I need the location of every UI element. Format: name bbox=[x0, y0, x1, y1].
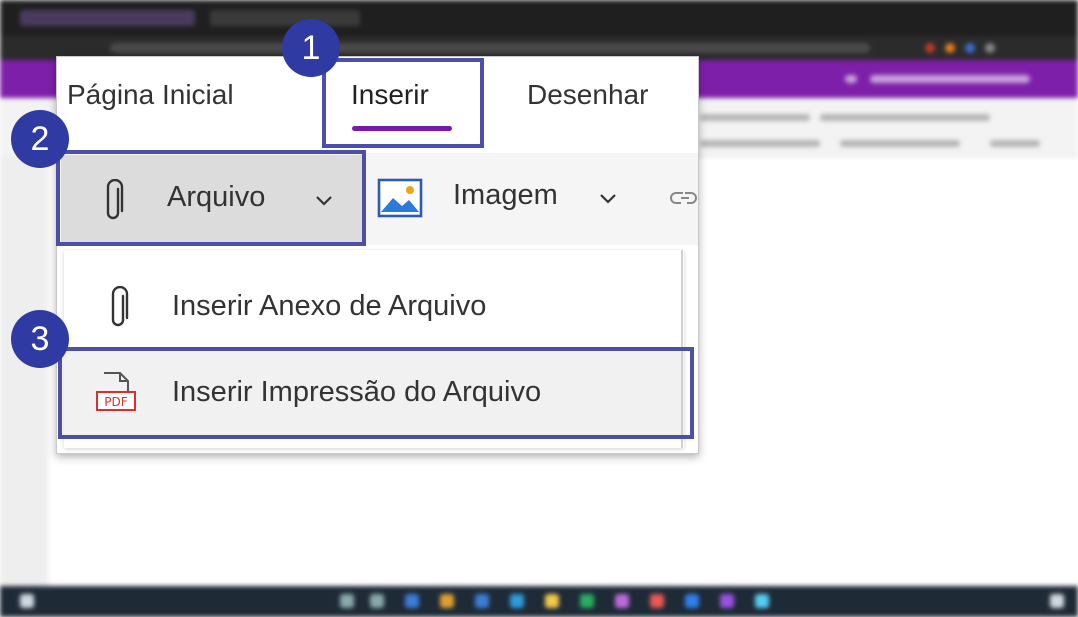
os-taskbar bbox=[0, 586, 1078, 617]
step-badge-2: 2 bbox=[11, 110, 69, 168]
step-badge-3: 3 bbox=[11, 310, 69, 368]
browser-tab-bar bbox=[0, 0, 1078, 36]
tab-pagina-inicial[interactable]: Página Inicial bbox=[67, 79, 234, 111]
highlight-box-inserir bbox=[322, 58, 484, 148]
app-left-strip bbox=[0, 156, 48, 586]
paperclip-icon bbox=[111, 286, 129, 327]
image-label[interactable]: Imagem bbox=[453, 179, 558, 212]
menu-item-label: Inserir Anexo de Arquivo bbox=[172, 290, 487, 322]
highlight-box-insert-printout bbox=[58, 347, 694, 439]
menu-item-insert-attachment[interactable]: Inserir Anexo de Arquivo bbox=[64, 264, 684, 350]
step-badge-1: 1 bbox=[282, 19, 340, 77]
image-icon[interactable] bbox=[377, 178, 423, 218]
link-icon[interactable] bbox=[667, 185, 699, 211]
highlight-box-arquivo bbox=[56, 150, 366, 246]
chevron-down-icon[interactable] bbox=[599, 193, 617, 205]
tab-desenhar[interactable]: Desenhar bbox=[527, 79, 648, 111]
